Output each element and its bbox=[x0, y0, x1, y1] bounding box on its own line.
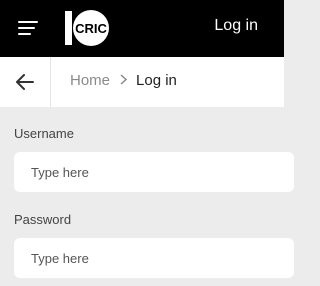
top-navigation-bar: CRIC Log in bbox=[0, 0, 284, 57]
breadcrumb-trail: Home Log in bbox=[70, 72, 177, 89]
brand-logo[interactable]: CRIC bbox=[63, 10, 111, 46]
breadcrumb: Home Log in bbox=[0, 57, 284, 107]
username-label: Username bbox=[14, 126, 74, 141]
username-field-container bbox=[14, 152, 294, 192]
back-button[interactable] bbox=[0, 57, 51, 107]
arrow-left-icon bbox=[16, 74, 34, 90]
header-login-button[interactable]: Log in bbox=[214, 17, 258, 35]
chevron-right-icon bbox=[120, 72, 128, 89]
username-input[interactable] bbox=[31, 152, 271, 192]
logo-wordmark: CRIC bbox=[75, 21, 107, 36]
password-label: Password bbox=[14, 212, 72, 227]
hamburger-menu-icon[interactable] bbox=[18, 20, 38, 36]
password-field-container bbox=[14, 238, 294, 278]
breadcrumb-home-link[interactable]: Home bbox=[70, 72, 110, 89]
password-input[interactable] bbox=[31, 238, 271, 278]
breadcrumb-current-page: Log in bbox=[136, 72, 177, 89]
